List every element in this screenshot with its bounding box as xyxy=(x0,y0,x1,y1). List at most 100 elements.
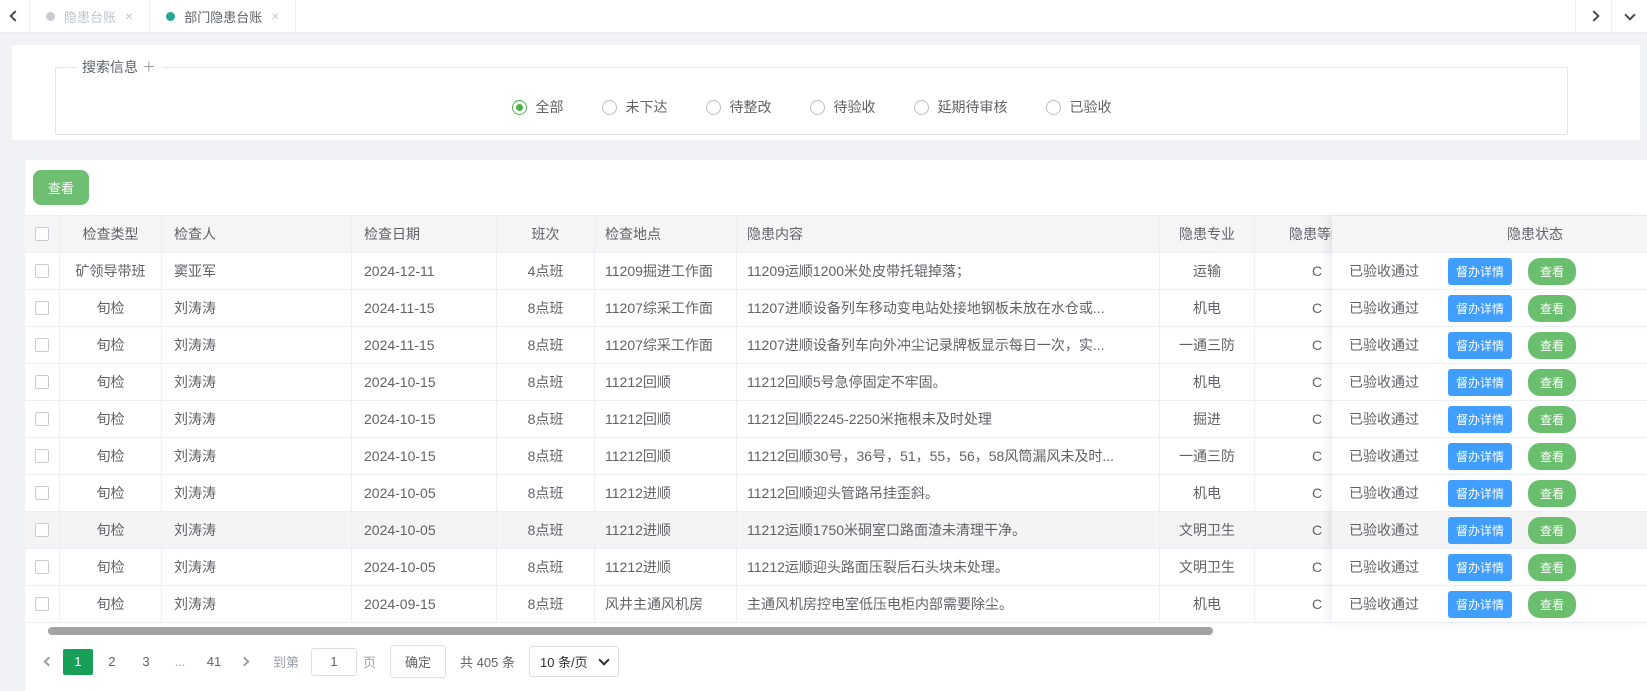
supervise-detail-button[interactable]: 督办详情 xyxy=(1448,517,1512,544)
row-view-button[interactable]: 查看 xyxy=(1528,332,1576,359)
cell-check-date: 2024-10-15 xyxy=(352,438,497,474)
status-filter-radio[interactable]: 未下达 xyxy=(602,97,668,117)
cell-check-type: 旬检 xyxy=(60,327,162,363)
supervise-detail-button[interactable]: 督办详情 xyxy=(1448,295,1512,322)
chevron-left-icon xyxy=(43,657,53,667)
page-number[interactable]: 2 xyxy=(97,649,127,675)
supervise-detail-button[interactable]: 督办详情 xyxy=(1448,258,1512,285)
row-checkbox[interactable] xyxy=(35,338,49,352)
table-section: 查看 检查类型 检查人 检查日期 班次 检查地点 隐患内容 隐患专业 隐患等级 … xyxy=(25,160,1647,691)
row-checkbox[interactable] xyxy=(35,412,49,426)
supervise-detail-button[interactable]: 督办详情 xyxy=(1448,443,1512,470)
horizontal-scrollbar[interactable] xyxy=(48,627,1213,635)
supervise-detail-button[interactable]: 督办详情 xyxy=(1448,406,1512,433)
row-view-button[interactable]: 查看 xyxy=(1528,369,1576,396)
search-fieldset: 搜索信息 ＋ 全部 未下达 待整改 xyxy=(55,57,1568,135)
page-number[interactable]: 3 xyxy=(131,649,161,675)
cell-shift: 8点班 xyxy=(497,290,595,326)
cell-shift: 8点班 xyxy=(497,586,595,622)
tab-item[interactable]: 部门隐患台账 × xyxy=(150,0,296,32)
row-view-button[interactable]: 查看 xyxy=(1528,258,1576,285)
cell-shift: 8点班 xyxy=(497,549,595,585)
prev-page-button[interactable] xyxy=(35,658,61,665)
tab-close-icon[interactable]: × xyxy=(125,9,133,23)
cell-hazard-specialty: 一通三防 xyxy=(1160,438,1255,474)
status-action-row: 已验收通过 督办详情 查看 xyxy=(1332,290,1647,327)
row-view-button[interactable]: 查看 xyxy=(1528,554,1576,581)
tab-status-dot-icon xyxy=(46,12,55,21)
status-filter-radio[interactable]: 延期待审核 xyxy=(914,97,1008,117)
row-checkbox[interactable] xyxy=(35,264,49,278)
supervise-detail-button[interactable]: 督办详情 xyxy=(1448,554,1512,581)
cell-inspector: 刘涛涛 xyxy=(162,327,352,363)
supervise-detail-button[interactable]: 督办详情 xyxy=(1448,332,1512,359)
cell-shift: 8点班 xyxy=(497,512,595,548)
row-checkbox[interactable] xyxy=(35,486,49,500)
tabs-scroll-right-button[interactable] xyxy=(1575,0,1611,32)
status-filter-radio[interactable]: 全部 xyxy=(512,97,564,117)
supervise-detail-button[interactable]: 督办详情 xyxy=(1448,591,1512,618)
tab-close-icon[interactable]: × xyxy=(271,9,279,23)
confirm-button[interactable]: 确定 xyxy=(390,645,446,678)
status-filter-radio[interactable]: 待验收 xyxy=(810,97,876,117)
row-view-button[interactable]: 查看 xyxy=(1528,295,1576,322)
cell-location: 11212进顺 xyxy=(595,512,737,548)
status-text: 已验收通过 xyxy=(1332,298,1436,318)
row-checkbox[interactable] xyxy=(35,523,49,537)
page-size-select[interactable]: 10 条/页 xyxy=(529,646,619,677)
row-view-button[interactable]: 查看 xyxy=(1528,591,1576,618)
status-action-row: 已验收通过 督办详情 查看 xyxy=(1332,549,1647,586)
cell-check-type: 矿领导带班 xyxy=(60,253,162,289)
supervise-detail-button[interactable]: 督办详情 xyxy=(1448,369,1512,396)
cell-hazard-specialty: 掘进 xyxy=(1160,401,1255,437)
cell-location: 11207综采工作面 xyxy=(595,290,737,326)
status-filter-radio[interactable]: 待整改 xyxy=(706,97,772,117)
chevron-right-icon xyxy=(1588,10,1599,21)
row-checkbox-cell xyxy=(25,327,60,363)
tabs-scroll-left-button[interactable] xyxy=(0,0,30,32)
status-text: 已验收通过 xyxy=(1332,483,1436,503)
cell-location: 11212进顺 xyxy=(595,475,737,511)
cell-inspector: 刘涛涛 xyxy=(162,364,352,400)
tab-label: 隐患台账 xyxy=(64,7,116,26)
goto-page-input[interactable] xyxy=(311,648,357,676)
goto-suffix-label: 页 xyxy=(363,652,376,671)
tab-item[interactable]: 隐患台账 × xyxy=(30,0,150,32)
status-action-row: 已验收通过 督办详情 查看 xyxy=(1332,586,1647,623)
cell-hazard-content: 主通风机房控电室低压电柜内部需要除尘。 xyxy=(737,586,1160,622)
page-number[interactable]: ... xyxy=(165,649,195,675)
cell-location: 11207综采工作面 xyxy=(595,327,737,363)
cell-location: 11209掘进工作面 xyxy=(595,253,737,289)
pagination: 1 2 3 ... 41 到第 页 确定 共 405 条 10 条/页 xyxy=(35,645,1647,678)
cell-hazard-content: 11207进顺设备列车移动变电站处接地钢板未放在水仓或... xyxy=(737,290,1160,326)
header-checkbox-cell xyxy=(25,216,60,252)
tabs-menu-button[interactable] xyxy=(1611,0,1647,32)
supervise-detail-button[interactable]: 督办详情 xyxy=(1448,480,1512,507)
header-shift: 班次 xyxy=(497,216,595,252)
view-button[interactable]: 查看 xyxy=(33,170,89,205)
page-number[interactable]: 1 xyxy=(63,649,93,675)
cell-hazard-specialty: 机电 xyxy=(1160,586,1255,622)
header-hazard-status: 隐患状态 xyxy=(1332,216,1647,253)
search-legend: 搜索信息 ＋ xyxy=(76,57,162,77)
row-checkbox[interactable] xyxy=(35,597,49,611)
cell-inspector: 刘涛涛 xyxy=(162,438,352,474)
row-checkbox[interactable] xyxy=(35,449,49,463)
cell-location: 风井主通风机房 xyxy=(595,586,737,622)
cell-hazard-content: 11212运顺1750米硐室口路面渣未清理干净。 xyxy=(737,512,1160,548)
row-checkbox[interactable] xyxy=(35,375,49,389)
page-number[interactable]: 41 xyxy=(199,649,229,675)
status-filter-radio[interactable]: 已验收 xyxy=(1046,97,1112,117)
cell-hazard-content: 11212回顺2245-2250米拖根未及时处理 xyxy=(737,401,1160,437)
row-view-button[interactable]: 查看 xyxy=(1528,406,1576,433)
row-view-button[interactable]: 查看 xyxy=(1528,443,1576,470)
row-checkbox[interactable] xyxy=(35,560,49,574)
expand-plus-icon[interactable]: ＋ xyxy=(142,59,156,75)
cell-hazard-content: 11209运顺1200米处皮带托辊掉落； xyxy=(737,253,1160,289)
row-view-button[interactable]: 查看 xyxy=(1528,480,1576,507)
next-page-button[interactable] xyxy=(231,658,257,665)
radio-label: 待整改 xyxy=(730,97,772,117)
row-view-button[interactable]: 查看 xyxy=(1528,517,1576,544)
row-checkbox[interactable] xyxy=(35,301,49,315)
select-all-checkbox[interactable] xyxy=(35,227,49,241)
